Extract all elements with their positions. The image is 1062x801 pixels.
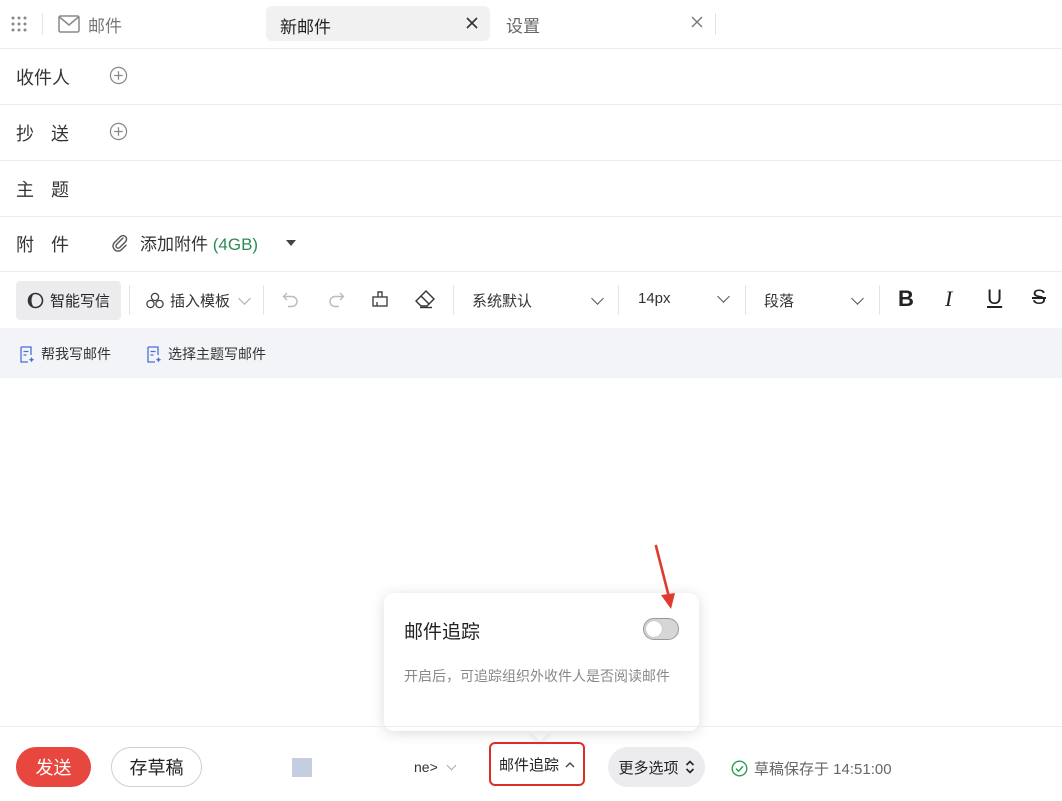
chevron-down-icon (446, 760, 457, 770)
subject-row[interactable]: 主 题 (0, 161, 1062, 217)
toolbar-divider (745, 285, 746, 315)
strikethrough-icon: S (1032, 286, 1047, 309)
to-row: 收件人 (0, 49, 1062, 105)
more-options-button[interactable]: 更多选项 (608, 747, 705, 787)
font-size-select[interactable]: 14px (638, 289, 730, 307)
to-label: 收件人 (16, 68, 70, 88)
mail-icon (58, 15, 80, 33)
paperclip-icon (112, 234, 128, 252)
tab-mail-label: 邮件 (88, 16, 122, 36)
popover-title: 邮件追踪 (404, 622, 481, 643)
attach-label: 附 件 (16, 235, 76, 255)
eraser-icon[interactable] (414, 289, 436, 309)
ai-write-button[interactable]: 智能写信 (16, 281, 121, 320)
ai-icon (27, 292, 44, 309)
add-attachment-label: 添加附件 (140, 235, 208, 254)
font-size-value: 14px (638, 290, 671, 307)
close-icon[interactable] (690, 15, 704, 29)
attachment-row: 附 件 添加附件 (4GB) (0, 216, 1062, 272)
chevron-down-icon (238, 292, 251, 305)
paragraph-value: 段落 (764, 293, 795, 310)
attachment-dropdown-icon[interactable] (286, 239, 297, 246)
strikethrough-button[interactable]: S (1032, 286, 1046, 310)
toolbar-divider (879, 285, 880, 315)
document-icon (20, 345, 35, 363)
help-write-button[interactable]: 帮我写邮件 (19, 344, 111, 364)
redo-icon[interactable] (326, 290, 346, 308)
tab-new-mail-label: 新邮件 (280, 18, 331, 37)
popover-description: 开启后，可追踪组织外收件人是否阅读邮件 (404, 668, 670, 684)
topic-write-button[interactable]: 选择主题写邮件 (146, 344, 266, 364)
cc-row: 抄 送 (0, 105, 1062, 161)
tab-mail[interactable]: 邮件 (58, 12, 122, 36)
font-family-value: 系统默认 (472, 293, 533, 310)
mail-tracking-label: 邮件追踪 (498, 756, 559, 774)
color-swatch[interactable] (292, 758, 312, 777)
italic-button[interactable]: I (945, 286, 952, 312)
attachment-size-limit: (4GB) (212, 235, 259, 254)
option-select-value: ne> (414, 759, 438, 775)
cc-label: 抄 送 (16, 124, 76, 144)
tab-divider (42, 13, 43, 35)
chevron-up-icon (565, 761, 575, 767)
toolbar-divider (618, 285, 619, 315)
apps-grid-icon[interactable] (10, 15, 28, 33)
tab-settings-label: 设置 (506, 17, 540, 36)
save-draft-button[interactable]: 存草稿 (111, 747, 202, 787)
subject-label: 主 题 (16, 180, 76, 200)
mail-tracking-toggle[interactable] (643, 618, 679, 640)
more-options-label: 更多选项 (618, 759, 679, 777)
mail-tracking-button[interactable]: 邮件追踪 (489, 742, 585, 786)
tab-divider (715, 13, 716, 35)
bold-icon: B (898, 286, 914, 311)
help-write-label: 帮我写邮件 (41, 346, 111, 362)
chevron-down-icon (591, 291, 604, 305)
toggle-knob (646, 621, 662, 637)
font-family-select[interactable]: 系统默认 (472, 290, 604, 311)
chevron-down-icon (717, 289, 730, 303)
send-button[interactable]: 发送 (16, 747, 91, 787)
annotation-arrow-icon (654, 544, 675, 609)
sort-updown-icon (685, 760, 694, 774)
insert-template-label: 插入模板 (170, 293, 231, 310)
paragraph-select[interactable]: 段落 (764, 290, 864, 311)
toolbar-divider (453, 285, 454, 315)
draft-saved-text: 草稿保存于 14:51:00 (754, 761, 892, 778)
toolbar-divider (129, 285, 130, 315)
template-icon (146, 292, 164, 309)
add-cc-icon[interactable] (109, 122, 128, 141)
close-icon[interactable] (464, 15, 480, 31)
document-icon (147, 345, 162, 363)
add-recipient-icon[interactable] (109, 66, 128, 85)
underline-button[interactable]: U (987, 286, 1002, 310)
toolbar-divider (263, 285, 264, 315)
draft-saved-status: 草稿保存于 14:51:00 (731, 758, 892, 779)
topic-write-label: 选择主题写邮件 (168, 346, 266, 362)
check-circle-icon (731, 760, 748, 777)
tab-settings[interactable]: 设置 (506, 12, 540, 37)
bold-button[interactable]: B (898, 286, 914, 312)
option-select[interactable]: ne> (414, 759, 457, 775)
add-attachment-button[interactable]: 添加附件 (4GB) (110, 230, 297, 255)
underline-icon: U (987, 286, 1003, 309)
insert-template-button[interactable]: 插入模板 (146, 290, 251, 311)
chevron-down-icon (851, 291, 864, 305)
undo-icon[interactable] (281, 290, 301, 308)
format-painter-icon[interactable] (370, 289, 390, 309)
ai-write-label: 智能写信 (50, 293, 111, 310)
italic-icon: I (945, 286, 953, 311)
tab-new-mail[interactable]: 新邮件 (266, 6, 490, 41)
